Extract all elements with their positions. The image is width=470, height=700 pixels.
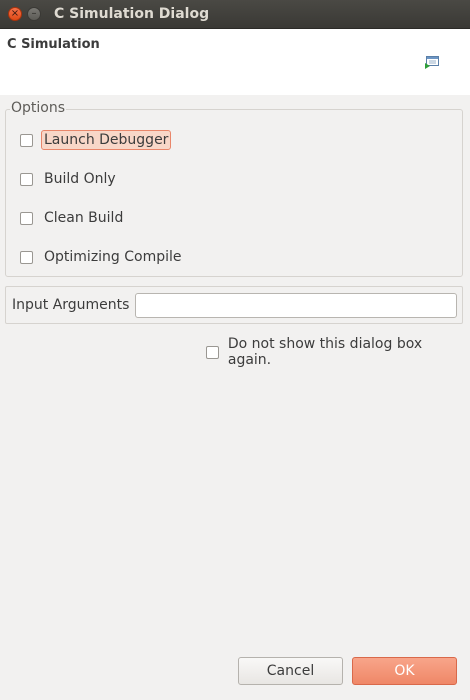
launch-debugger-option[interactable]: Launch Debugger — [20, 130, 172, 150]
minimize-window-button[interactable]: – — [27, 7, 41, 21]
close-window-button[interactable]: × — [8, 7, 22, 21]
optimizing-compile-checkbox[interactable] — [20, 250, 33, 264]
launch-debugger-checkbox[interactable] — [20, 133, 33, 147]
window-title: C Simulation Dialog — [54, 6, 210, 22]
build-only-option[interactable]: Build Only — [20, 169, 119, 189]
launch-configuration-icon — [425, 56, 439, 69]
input-arguments-field[interactable] — [135, 293, 457, 318]
options-group-label: Options — [10, 100, 67, 116]
do-not-show-checkbox[interactable] — [206, 345, 219, 359]
optimizing-compile-label[interactable]: Optimizing Compile — [41, 247, 185, 267]
minimize-icon: – — [31, 8, 37, 19]
do-not-show-option[interactable]: Do not show this dialog box again. — [206, 334, 470, 370]
clean-build-option[interactable]: Clean Build — [20, 208, 126, 228]
close-icon: × — [10, 8, 20, 19]
clean-build-label[interactable]: Clean Build — [41, 208, 126, 228]
clean-build-checkbox[interactable] — [20, 211, 33, 225]
dialog-header-title: C Simulation — [7, 37, 100, 52]
title-bar: × – C Simulation Dialog — [0, 0, 470, 29]
launch-debugger-label[interactable]: Launch Debugger — [41, 130, 172, 150]
ok-button[interactable]: OK — [352, 657, 457, 685]
build-only-label[interactable]: Build Only — [41, 169, 119, 189]
do-not-show-label[interactable]: Do not show this dialog box again. — [227, 334, 470, 370]
optimizing-compile-option[interactable]: Optimizing Compile — [20, 247, 185, 267]
build-only-checkbox[interactable] — [20, 172, 33, 186]
input-arguments-label: Input Arguments — [12, 297, 130, 313]
dialog-header: C Simulation — [0, 29, 470, 95]
cancel-button[interactable]: Cancel — [238, 657, 343, 685]
